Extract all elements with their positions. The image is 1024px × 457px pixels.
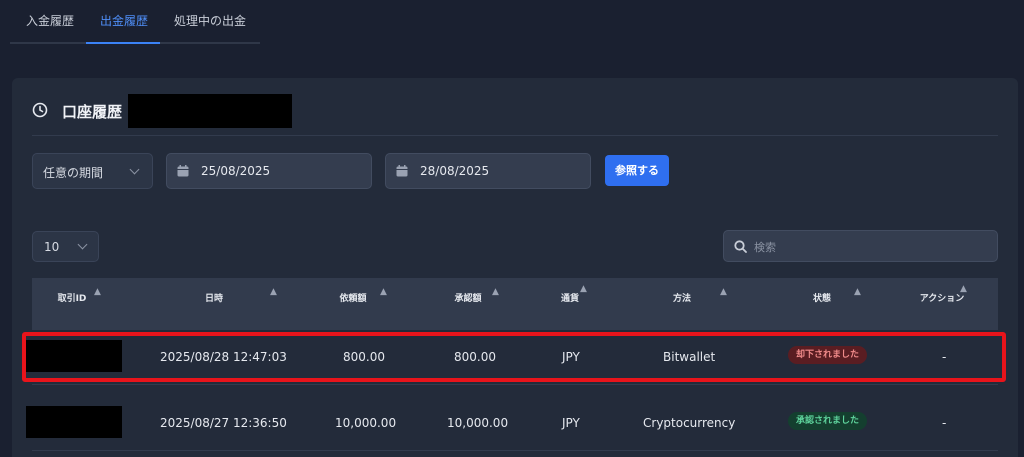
sort-icon[interactable]: ▲ xyxy=(720,287,727,297)
status-badge: 却下されました xyxy=(788,346,868,364)
page-title: 口座履歴 xyxy=(62,103,123,121)
sort-icon[interactable]: ▲ xyxy=(380,287,387,297)
sort-icon[interactable]: ▲ xyxy=(580,284,587,294)
table-header: 取引ID ▲ 日時 ▲ 依頼額 ▲ 承認額 ▲ 通貨 ▲ 方法 ▲ 状態 ▲ ア… xyxy=(32,278,998,330)
row-approved-amount: 800.00 xyxy=(454,350,496,364)
row-currency: JPY xyxy=(562,416,580,430)
per-page-value: 10 xyxy=(44,240,60,254)
col-header-method[interactable]: 方法 xyxy=(662,292,702,306)
redacted-transaction-id xyxy=(26,340,122,372)
row-requested-amount: 10,000.00 xyxy=(335,416,397,430)
tab-bar: 入金履歴 出金履歴 処理中の出金 xyxy=(10,0,260,44)
tab-withdrawal-history[interactable]: 出金履歴 xyxy=(100,12,148,29)
sort-icon[interactable]: ▲ xyxy=(854,287,861,297)
row-datetime: 2025/08/27 12:36:50 xyxy=(160,416,287,430)
col-header-id[interactable]: 取引ID xyxy=(52,292,92,306)
clock-icon xyxy=(32,102,48,118)
row-datetime: 2025/08/28 12:47:03 xyxy=(160,350,287,364)
search-box[interactable] xyxy=(723,230,998,262)
tab-deposit-history[interactable]: 入金履歴 xyxy=(26,12,74,29)
search-input[interactable] xyxy=(754,237,984,257)
col-header-datetime[interactable]: 日時 xyxy=(194,292,234,306)
redacted-account-number xyxy=(128,94,292,128)
active-tab-indicator xyxy=(86,42,160,44)
row-approved-amount: 10,000.00 xyxy=(447,416,509,430)
table-row[interactable]: 2025/08/27 12:36:50 10,000.00 10,000.00 … xyxy=(26,396,998,451)
search-icon xyxy=(734,240,747,253)
chevron-down-icon xyxy=(77,239,88,250)
col-header-action[interactable]: アクション xyxy=(912,292,972,306)
submit-button[interactable]: 参照する xyxy=(605,155,669,186)
tab-pending-withdrawals[interactable]: 処理中の出金 xyxy=(174,12,246,29)
redacted-transaction-id xyxy=(26,406,122,438)
col-header-requested[interactable]: 依頼額 xyxy=(336,292,370,306)
card-header: 口座履歴 xyxy=(32,94,998,136)
row-method: Cryptocurrency xyxy=(643,416,736,430)
col-header-currency[interactable]: 通貨 xyxy=(550,292,590,306)
col-header-status[interactable]: 状態 xyxy=(802,292,842,306)
row-requested-amount: 800.00 xyxy=(343,350,385,364)
sort-icon[interactable]: ▲ xyxy=(492,287,499,297)
period-select[interactable]: 任意の期間 xyxy=(32,153,153,189)
row-currency: JPY xyxy=(562,350,580,364)
date-from-value: 25/08/2025 xyxy=(201,164,271,178)
account-history-card: 口座履歴 任意の期間 25/08/2025 28/08/2025 参照する 10 xyxy=(12,78,1018,457)
row-action[interactable]: - xyxy=(942,350,946,364)
date-to-field[interactable]: 28/08/2025 xyxy=(385,153,591,189)
sort-icon[interactable]: ▲ xyxy=(270,287,277,297)
chevron-down-icon xyxy=(129,164,140,175)
calendar-icon xyxy=(396,165,408,177)
status-badge: 承認されました xyxy=(788,412,868,430)
table-row[interactable]: 2025/08/28 12:47:03 800.00 800.00 JPY Bi… xyxy=(26,330,998,385)
calendar-icon xyxy=(177,165,189,177)
per-page-select[interactable]: 10 xyxy=(32,231,99,262)
date-to-value: 28/08/2025 xyxy=(420,164,490,178)
row-method: Bitwallet xyxy=(663,350,716,364)
period-select-value: 任意の期間 xyxy=(43,166,104,180)
row-action[interactable]: - xyxy=(942,416,946,430)
date-from-field[interactable]: 25/08/2025 xyxy=(166,153,372,189)
sort-icon[interactable]: ▲ xyxy=(960,284,967,294)
col-header-approved[interactable]: 承認額 xyxy=(451,292,485,306)
sort-icon[interactable]: ▲ xyxy=(94,287,101,297)
